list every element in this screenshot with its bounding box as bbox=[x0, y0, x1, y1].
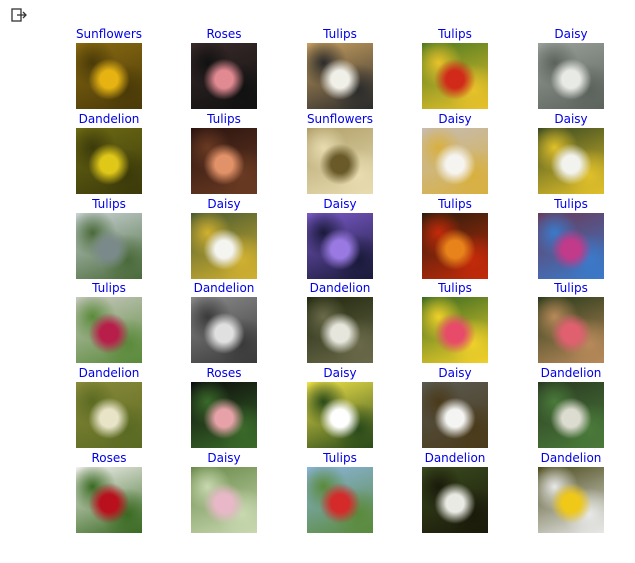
flower-thumbnail bbox=[422, 297, 488, 363]
flower-thumbnail bbox=[76, 297, 142, 363]
flower-cell: Daisy bbox=[521, 27, 621, 109]
flower-thumbnail bbox=[191, 43, 257, 109]
flower-label: Daisy bbox=[207, 451, 241, 465]
flower-cell: Tulips bbox=[174, 112, 274, 194]
flower-cell: Dandelion bbox=[405, 451, 505, 533]
flower-thumbnail bbox=[422, 43, 488, 109]
flower-cell: Dandelion bbox=[521, 366, 621, 448]
flower-cell: Daisy bbox=[174, 451, 274, 533]
flower-label: Dandelion bbox=[78, 112, 140, 126]
flower-thumbnail bbox=[76, 382, 142, 448]
flower-cell: Dandelion bbox=[290, 281, 390, 363]
flower-cell: Roses bbox=[174, 27, 274, 109]
flower-label: Tulips bbox=[554, 197, 588, 211]
flower-cell: Dandelion bbox=[59, 112, 159, 194]
flower-thumbnail bbox=[191, 467, 257, 533]
flower-cell: Sunflowers bbox=[290, 112, 390, 194]
flower-cell: Roses bbox=[59, 451, 159, 533]
flower-cell: Roses bbox=[174, 366, 274, 448]
flower-thumbnail bbox=[191, 128, 257, 194]
flower-cell: Dandelion bbox=[521, 451, 621, 533]
flower-label: Daisy bbox=[554, 27, 588, 41]
flower-thumbnail bbox=[422, 128, 488, 194]
flower-label: Roses bbox=[206, 366, 242, 380]
flower-label: Daisy bbox=[323, 197, 357, 211]
flower-label: Daisy bbox=[438, 366, 472, 380]
flower-thumbnail bbox=[76, 128, 142, 194]
flower-thumbnail bbox=[191, 213, 257, 279]
flower-cell: Sunflowers bbox=[59, 27, 159, 109]
flower-label: Dandelion bbox=[309, 281, 371, 295]
flower-cell: Daisy bbox=[405, 366, 505, 448]
flower-thumbnail bbox=[538, 382, 604, 448]
flower-label: Dandelion bbox=[540, 366, 602, 380]
flower-label: Tulips bbox=[323, 27, 357, 41]
flower-cell: Tulips bbox=[405, 27, 505, 109]
flower-cell: Daisy bbox=[521, 112, 621, 194]
flower-label: Tulips bbox=[554, 281, 588, 295]
flower-label: Dandelion bbox=[424, 451, 486, 465]
flower-cell: Dandelion bbox=[59, 366, 159, 448]
flower-image-grid: Sunflowers Roses Tulips Tulips Daisy Dandelio… bbox=[0, 0, 635, 563]
flower-label: Tulips bbox=[438, 197, 472, 211]
flower-cell: Tulips bbox=[290, 27, 390, 109]
flower-label: Tulips bbox=[438, 281, 472, 295]
flower-label: Roses bbox=[91, 451, 127, 465]
flower-cell: Dandelion bbox=[174, 281, 274, 363]
flower-thumbnail bbox=[307, 297, 373, 363]
flower-thumbnail bbox=[422, 213, 488, 279]
flower-label: Sunflowers bbox=[306, 112, 374, 126]
flower-label: Tulips bbox=[92, 281, 126, 295]
flower-label: Daisy bbox=[554, 112, 588, 126]
flower-thumbnail bbox=[538, 128, 604, 194]
flower-thumbnail bbox=[538, 213, 604, 279]
flower-label: Dandelion bbox=[540, 451, 602, 465]
flower-cell: Daisy bbox=[405, 112, 505, 194]
flower-thumbnail bbox=[191, 297, 257, 363]
flower-thumbnail bbox=[307, 128, 373, 194]
flower-thumbnail bbox=[307, 43, 373, 109]
flower-label: Tulips bbox=[207, 112, 241, 126]
flower-cell: Tulips bbox=[59, 197, 159, 279]
flower-label: Sunflowers bbox=[75, 27, 143, 41]
flower-label: Daisy bbox=[207, 197, 241, 211]
flower-thumbnail bbox=[191, 382, 257, 448]
flower-cell: Tulips bbox=[59, 281, 159, 363]
flower-thumbnail bbox=[76, 467, 142, 533]
flower-label: Tulips bbox=[438, 27, 472, 41]
flower-cell: Daisy bbox=[290, 197, 390, 279]
flower-label: Roses bbox=[206, 27, 242, 41]
flower-cell: Tulips bbox=[405, 281, 505, 363]
flower-label: Dandelion bbox=[193, 281, 255, 295]
flower-thumbnail bbox=[538, 467, 604, 533]
flower-cell: Daisy bbox=[174, 197, 274, 279]
flower-thumbnail bbox=[307, 213, 373, 279]
flower-thumbnail bbox=[76, 43, 142, 109]
flower-label: Daisy bbox=[323, 366, 357, 380]
flower-cell: Tulips bbox=[405, 197, 505, 279]
flower-label: Daisy bbox=[438, 112, 472, 126]
flower-cell: Tulips bbox=[290, 451, 390, 533]
flower-thumbnail bbox=[422, 467, 488, 533]
flower-cell: Daisy bbox=[290, 366, 390, 448]
flower-cell: Tulips bbox=[521, 281, 621, 363]
flower-thumbnail bbox=[538, 43, 604, 109]
flower-thumbnail bbox=[307, 467, 373, 533]
flower-label: Tulips bbox=[92, 197, 126, 211]
flower-thumbnail bbox=[76, 213, 142, 279]
flower-thumbnail bbox=[422, 382, 488, 448]
flower-cell: Tulips bbox=[521, 197, 621, 279]
flower-label: Dandelion bbox=[78, 366, 140, 380]
flower-thumbnail bbox=[307, 382, 373, 448]
flower-label: Tulips bbox=[323, 451, 357, 465]
flower-thumbnail bbox=[538, 297, 604, 363]
